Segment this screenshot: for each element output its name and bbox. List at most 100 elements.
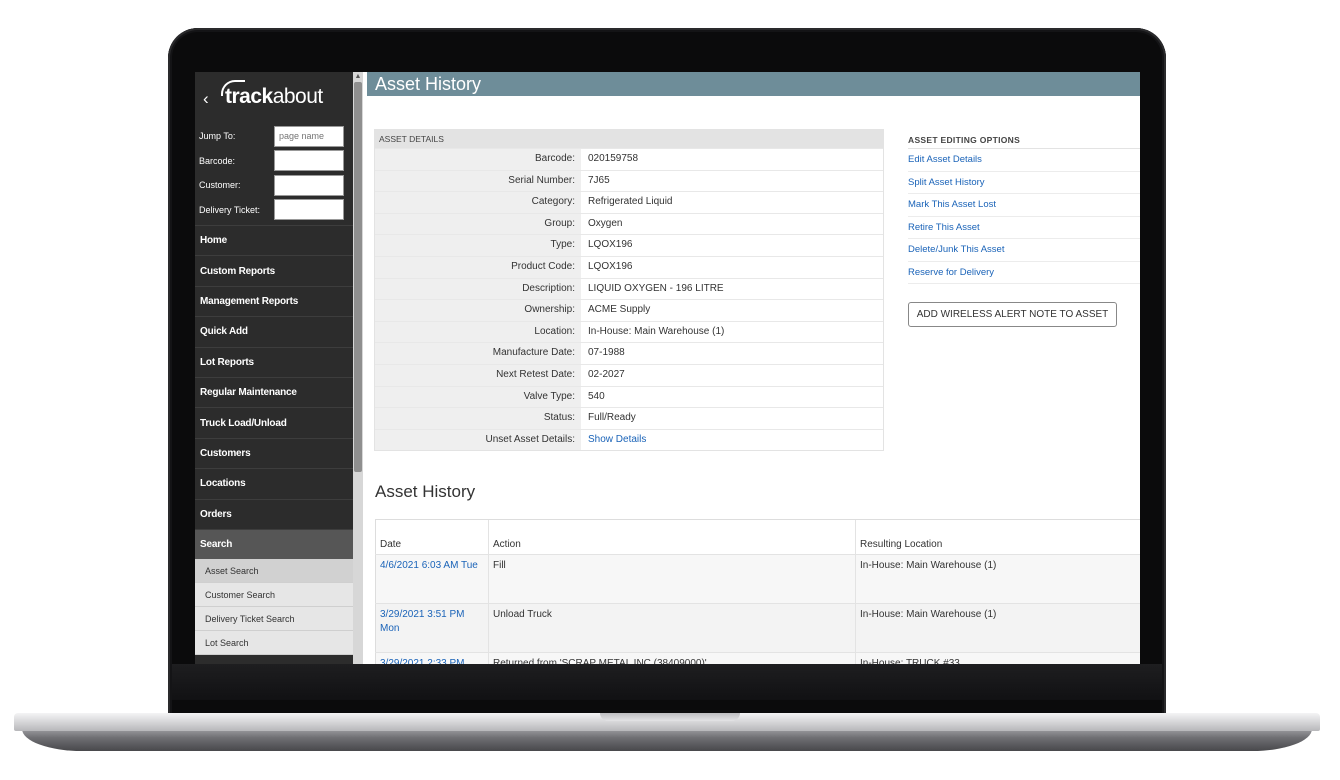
- asset-editing-options: ASSET EDITING OPTIONS Edit Asset Details…: [908, 132, 1140, 284]
- detail-value: Oxygen: [588, 217, 623, 229]
- detail-key: Barcode:: [375, 149, 581, 170]
- history-date-link[interactable]: 3/29/2021 2:33 PM: [375, 653, 488, 664]
- detail-row: Serial Number: 7J65: [375, 169, 883, 192]
- sidebar: ‹ trackabout Jump To: Barcode: Customer:…: [195, 72, 353, 664]
- detail-row: Status: Full/Ready: [375, 407, 883, 429]
- detail-key: Valve Type:: [375, 386, 581, 408]
- table-row: 3/29/2021 3:51 PM Mon Unload Truck In-Ho…: [375, 604, 1140, 653]
- screen: ‹ trackabout Jump To: Barcode: Customer:…: [195, 72, 1140, 664]
- logo[interactable]: ‹ trackabout: [195, 72, 353, 124]
- history-action: Returned from 'SCRAP METAL INC (38409000…: [488, 653, 855, 664]
- nav-lot-search[interactable]: Lot Search: [195, 631, 353, 656]
- column-header-action[interactable]: Action: [488, 520, 855, 554]
- barcode-input[interactable]: [274, 150, 344, 172]
- column-header-resulting-location[interactable]: Resulting Location: [855, 520, 1140, 554]
- delivery-ticket-row: Delivery Ticket:: [199, 198, 347, 223]
- nav-lot-reports[interactable]: Lot Reports: [195, 346, 353, 377]
- detail-value: LQOX196: [588, 260, 633, 272]
- jump-to-row: Jump To:: [199, 124, 347, 149]
- reserve-for-delivery-link[interactable]: Reserve for Delivery: [908, 262, 1140, 284]
- detail-key: Serial Number:: [375, 170, 581, 192]
- detail-key: Location:: [375, 321, 581, 343]
- jump-to-label: Jump To:: [199, 131, 236, 142]
- nav-quick-add[interactable]: Quick Add: [195, 316, 353, 346]
- sidebar-scrollbar[interactable]: ▲: [353, 72, 363, 664]
- detail-key: Manufacture Date:: [375, 343, 581, 364]
- nav-management-reports[interactable]: Management Reports: [195, 285, 353, 316]
- detail-key: Status:: [375, 408, 581, 429]
- detail-value: 540: [588, 390, 605, 402]
- customer-input[interactable]: [274, 174, 344, 196]
- delivery-ticket-input[interactable]: [274, 199, 344, 221]
- detail-row: Group: Oxygen: [375, 212, 883, 235]
- nav-asset-search[interactable]: Asset Search: [195, 559, 353, 584]
- edit-asset-details-link[interactable]: Edit Asset Details: [908, 149, 1140, 172]
- nav-customers[interactable]: Customers: [195, 437, 353, 468]
- retire-asset-link[interactable]: Retire This Asset: [908, 217, 1140, 239]
- nav-customer-search[interactable]: Customer Search: [195, 583, 353, 608]
- history-header-row: Date Action Resulting Location: [375, 520, 1140, 555]
- column-header-date[interactable]: Date: [375, 520, 488, 554]
- nav-delivery-ticket-search[interactable]: Delivery Ticket Search: [195, 607, 353, 632]
- detail-row: Description: LIQUID OXYGEN - 196 LITRE: [375, 277, 883, 300]
- asset-details-table: ASSET DETAILS Barcode: 020159758 Serial N…: [374, 129, 884, 452]
- history-date-link[interactable]: 3/29/2021 3:51 PM Mon: [375, 604, 488, 652]
- editing-options-header: ASSET EDITING OPTIONS: [908, 132, 1140, 149]
- laptop-base-shadow: [22, 729, 1312, 751]
- history-location: In-House: Main Warehouse (1): [855, 604, 1140, 652]
- scrollbar-thumb[interactable]: [354, 82, 362, 472]
- detail-value: ACME Supply: [588, 304, 651, 316]
- customer-row: Customer:: [199, 173, 347, 198]
- detail-value: 7J65: [588, 174, 610, 186]
- delivery-ticket-label: Delivery Ticket:: [199, 204, 261, 215]
- sidebar-nav: Home Custom Reports Management Reports Q…: [195, 225, 353, 656]
- customer-label: Customer:: [199, 180, 241, 191]
- history-location: In-House: TRUCK #33: [855, 653, 1140, 664]
- detail-value: Full/Ready: [588, 412, 636, 424]
- back-arrow-icon[interactable]: ‹: [203, 89, 209, 109]
- detail-key: Product Code:: [375, 256, 581, 278]
- nav-custom-reports[interactable]: Custom Reports: [195, 255, 353, 285]
- nav-orders[interactable]: Orders: [195, 498, 353, 529]
- delete-junk-asset-link[interactable]: Delete/Junk This Asset: [908, 239, 1140, 262]
- main-content: Asset History ASSET DETAILS Barcode: 0201…: [367, 72, 1140, 664]
- detail-value: 02-2027: [588, 368, 625, 380]
- detail-key: Ownership:: [375, 300, 581, 321]
- detail-row: Location: In-House: Main Warehouse (1): [375, 320, 883, 343]
- detail-value: 07-1988: [588, 347, 625, 359]
- barcode-row: Barcode:: [199, 149, 347, 174]
- detail-key: Description:: [375, 278, 581, 300]
- scroll-up-icon[interactable]: ▲: [353, 72, 363, 81]
- show-details-link[interactable]: Show Details: [581, 430, 883, 451]
- detail-row: Type: LQOX196: [375, 234, 883, 256]
- detail-value: LQOX196: [588, 239, 633, 251]
- detail-row: Ownership: ACME Supply: [375, 299, 883, 321]
- logo-text: trackabout: [225, 85, 323, 108]
- nav-truck-load-unload[interactable]: Truck Load/Unload: [195, 407, 353, 437]
- history-location: In-House: Main Warehouse (1): [855, 555, 1140, 603]
- mark-asset-lost-link[interactable]: Mark This Asset Lost: [908, 194, 1140, 217]
- detail-value: Refrigerated Liquid: [588, 196, 673, 208]
- detail-key: Next Retest Date:: [375, 364, 581, 386]
- detail-key: Category:: [375, 192, 581, 213]
- detail-value: In-House: Main Warehouse (1): [588, 325, 725, 337]
- detail-row: Barcode: 020159758: [375, 148, 883, 170]
- history-action: Unload Truck: [488, 604, 855, 652]
- detail-row: Unset Asset Details: Show Details: [375, 428, 883, 451]
- history-date-link[interactable]: 4/6/2021 6:03 AM Tue: [375, 555, 488, 603]
- nav-regular-maintenance[interactable]: Regular Maintenance: [195, 376, 353, 407]
- page-title: Asset History: [367, 72, 1140, 96]
- laptop-bezel: [172, 664, 1162, 700]
- nav-locations[interactable]: Locations: [195, 468, 353, 498]
- jump-to-input[interactable]: [274, 125, 344, 147]
- asset-details-header: ASSET DETAILS: [375, 130, 883, 148]
- quick-jump-form: Jump To: Barcode: Customer: Delivery Tic…: [195, 124, 353, 222]
- split-asset-history-link[interactable]: Split Asset History: [908, 172, 1140, 194]
- add-wireless-alert-note-button[interactable]: ADD WIRELESS ALERT NOTE TO ASSET: [908, 302, 1117, 327]
- asset-history-table: Date Action Resulting Location 4/6/2021 …: [375, 519, 1140, 664]
- nav-home[interactable]: Home: [195, 225, 353, 255]
- table-row: 4/6/2021 6:03 AM Tue Fill In-House: Main…: [375, 555, 1140, 604]
- table-row: 3/29/2021 2:33 PM Returned from 'SCRAP M…: [375, 653, 1140, 664]
- nav-search[interactable]: Search: [195, 528, 353, 560]
- history-action: Fill: [488, 555, 855, 603]
